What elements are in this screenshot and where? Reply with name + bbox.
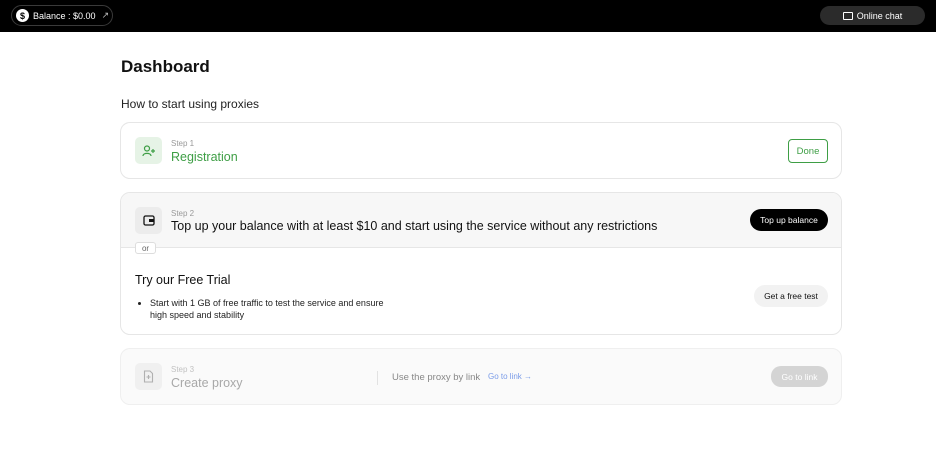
- wallet-icon: [135, 207, 162, 234]
- top-up-balance-button[interactable]: Top up balance: [750, 209, 828, 231]
- section-subtitle: How to start using proxies: [121, 97, 260, 111]
- user-add-icon: [135, 137, 162, 164]
- bullet-icon: [138, 302, 141, 305]
- step-2-title: Top up your balance with at least $10 an…: [171, 219, 658, 233]
- step-3-label: Step 3: [171, 365, 195, 374]
- top-bar: $ Balance : $0.00 ↗ Online chat: [0, 0, 936, 32]
- step-1-label: Step 1: [171, 139, 195, 148]
- step-2-card: Step 2 Top up your balance with at least…: [120, 192, 842, 335]
- go-to-link-button[interactable]: Go to link: [771, 366, 828, 387]
- step-1-title: Registration: [171, 150, 238, 164]
- free-trial-title: Try our Free Trial: [135, 273, 231, 287]
- dollar-icon: $: [16, 9, 29, 22]
- proxy-link-text: Use the proxy by link: [392, 372, 481, 383]
- step-1-card: Step 1 Registration Done: [120, 122, 842, 179]
- get-free-test-button[interactable]: Get a free test: [754, 285, 828, 307]
- step-2-label: Step 2: [171, 209, 195, 218]
- go-to-link[interactable]: Go to link →: [488, 372, 532, 381]
- step-2-header: Step 2 Top up your balance with at least…: [121, 193, 841, 248]
- balance-button[interactable]: $ Balance : $0.00 ↗: [11, 5, 113, 26]
- divider: [377, 371, 378, 385]
- step-3-title: Create proxy: [171, 376, 243, 390]
- page-title: Dashboard: [121, 57, 210, 76]
- online-chat-label: Online chat: [856, 10, 903, 21]
- online-chat-button[interactable]: Online chat: [820, 6, 925, 25]
- balance-label: Balance : $0.00: [33, 10, 96, 21]
- done-button[interactable]: Done: [788, 139, 828, 163]
- list-item: Start with 1 GB of free traffic to test …: [138, 297, 398, 321]
- free-trial-bullet-text: Start with 1 GB of free traffic to test …: [150, 298, 384, 320]
- document-plus-icon: [135, 363, 162, 390]
- message-square-icon: [842, 11, 853, 20]
- arrow-up-right-icon: ↗: [101, 10, 110, 20]
- step-3-card: Step 3 Create proxy Use the proxy by lin…: [120, 348, 842, 405]
- or-badge: or: [135, 242, 156, 254]
